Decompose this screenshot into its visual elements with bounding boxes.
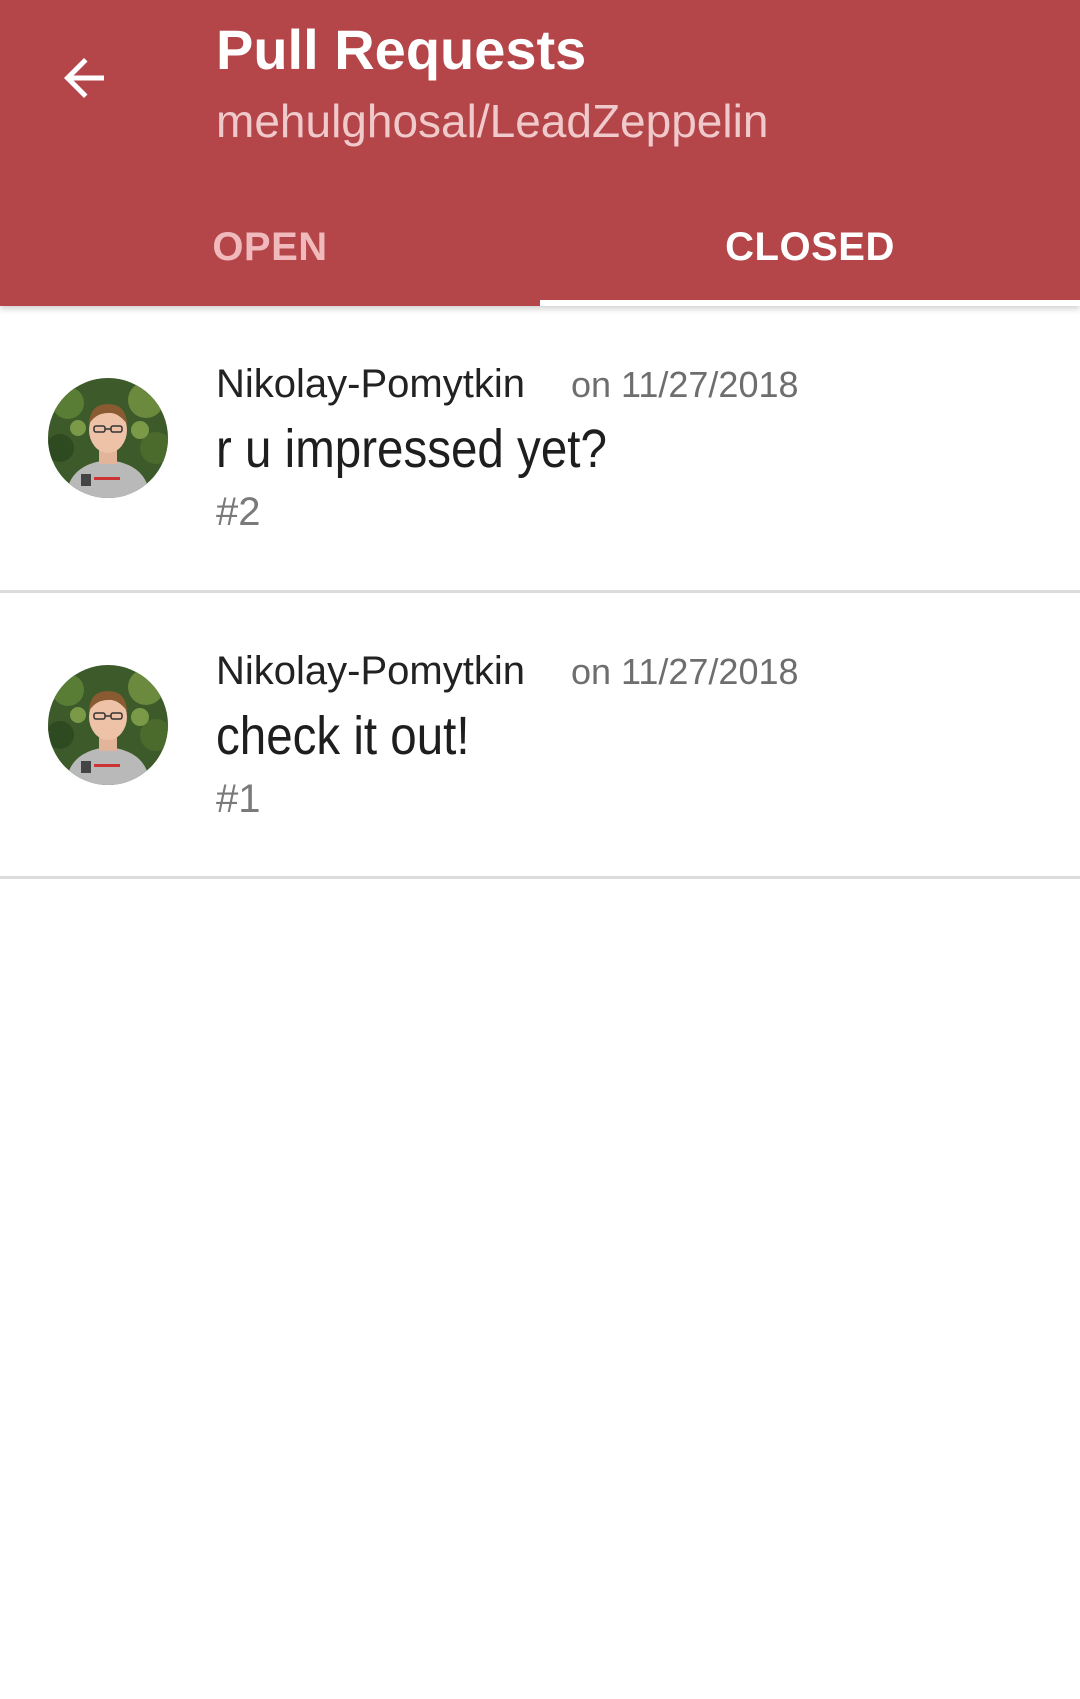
user-avatar-photo (48, 378, 168, 498)
tab-bar: OPEN CLOSED (0, 188, 1080, 306)
arrow-left-icon (64, 58, 104, 98)
pull-request-meta: Nikolay-Pomytkin on 11/27/2018 (216, 649, 799, 694)
pull-request-meta: Nikolay-Pomytkin on 11/27/2018 (216, 362, 799, 407)
pull-request-title: r u impressed yet? (216, 419, 607, 479)
pull-request-number: #1 (216, 777, 261, 821)
avatar (48, 665, 168, 785)
author-name: Nikolay-Pomytkin (216, 649, 525, 693)
author-name: Nikolay-Pomytkin (216, 362, 525, 406)
tab-open[interactable]: OPEN (0, 188, 540, 306)
pull-request-number: #2 (216, 490, 261, 534)
pull-request-date: on 11/27/2018 (570, 651, 799, 692)
pull-request-title: check it out! (216, 706, 470, 766)
pull-request-list: Nikolay-Pomytkin on 11/27/2018 r u impres… (0, 306, 1080, 879)
user-avatar-photo (48, 665, 168, 785)
pull-request-item[interactable]: Nikolay-Pomytkin on 11/27/2018 r u impres… (0, 306, 1080, 593)
app-bar: Pull Requests mehulghosal/LeadZeppelin O… (0, 0, 1080, 306)
pull-request-date: on 11/27/2018 (570, 364, 799, 405)
avatar (48, 378, 168, 498)
back-button[interactable] (44, 38, 124, 118)
tab-closed[interactable]: CLOSED (540, 188, 1080, 306)
pull-request-item[interactable]: Nikolay-Pomytkin on 11/27/2018 check it o… (0, 593, 1080, 879)
repo-subtitle: mehulghosal/LeadZeppelin (216, 95, 769, 147)
page-title: Pull Requests (216, 18, 587, 81)
title-block: Pull Requests mehulghosal/LeadZeppelin (216, 14, 768, 156)
